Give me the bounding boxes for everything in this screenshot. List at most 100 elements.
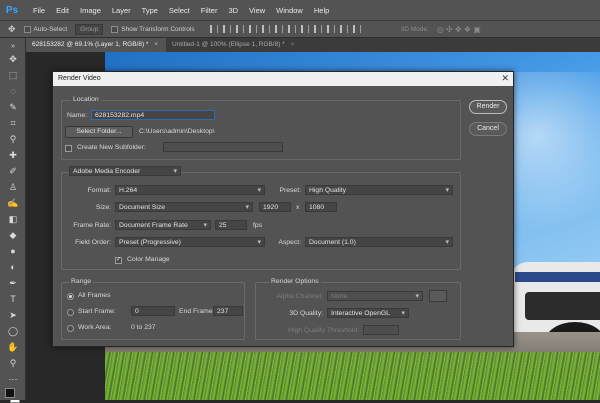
auto-select-toggle[interactable]: Auto-Select [23, 25, 68, 33]
aspect-select[interactable]: Document (1.0) [305, 237, 453, 247]
tab-close-icon[interactable]: × [154, 41, 158, 48]
menu-type[interactable]: Type [142, 6, 158, 15]
work-area-label: Work Area: [78, 324, 112, 331]
dialog-titlebar: Render Video ✕ [53, 72, 513, 86]
render-button[interactable]: Render [469, 100, 507, 114]
all-frames-label: All Frames [78, 292, 111, 299]
menu-file[interactable]: File [33, 6, 45, 15]
menu-window[interactable]: Window [276, 6, 303, 15]
quick-select-tool-icon[interactable]: ✎ [7, 102, 19, 112]
work-area-value: 0 to 237 [131, 324, 156, 331]
select-folder-button[interactable]: Select Folder... [65, 126, 133, 138]
height-input[interactable]: 1080 [305, 202, 337, 212]
field-order-select[interactable]: Preset (Progressive) [115, 237, 265, 247]
car-stripe [515, 272, 600, 282]
clone-stamp-tool-icon[interactable]: ♙ [7, 182, 19, 192]
start-frame-input[interactable]: 0 [131, 306, 175, 316]
3d-quality-select[interactable]: Interactive OpenGL [327, 308, 409, 318]
align-center-icon[interactable] [222, 25, 231, 33]
all-frames-radio[interactable] [67, 293, 74, 300]
end-frame-input[interactable]: 237 [213, 306, 243, 316]
tab-document-2[interactable]: Untitled-1 @ 100% (Ellipse 1, RGB/8) * × [166, 38, 316, 52]
tab-label: 628153282 @ 69.1% (Layer 1, RGB/8) * [32, 41, 149, 48]
frame-rate-label: Frame Rate: [73, 222, 111, 229]
alpha-channel-select[interactable]: None [327, 291, 423, 301]
foreground-color-swatch[interactable] [5, 388, 15, 398]
distribute-bottom-icon[interactable] [313, 25, 322, 33]
brush-tool-icon[interactable]: ✐ [7, 166, 19, 176]
menu-layer[interactable]: Layer [112, 6, 131, 15]
dodge-tool-icon[interactable]: ◐ [7, 262, 19, 272]
grass-region [105, 352, 600, 400]
distribute-right-icon[interactable] [352, 25, 361, 33]
preset-select[interactable]: High Quality [305, 185, 453, 195]
width-input[interactable]: 1920 [259, 202, 291, 212]
3d-mode-label: 3D Mode: [400, 25, 429, 33]
menu-filter[interactable]: Filter [201, 6, 218, 15]
auto-select-checkbox[interactable] [23, 25, 31, 33]
lasso-tool-icon[interactable]: ◌ [7, 86, 19, 96]
align-middle-icon[interactable] [261, 25, 270, 33]
hand-tool-icon[interactable]: ✋ [7, 342, 19, 352]
name-input[interactable]: 628153282.mp4 [91, 110, 215, 120]
shape-tool-icon[interactable]: ◯ [7, 326, 19, 336]
align-right-icon[interactable] [235, 25, 244, 33]
menu-select[interactable]: Select [169, 6, 190, 15]
work-area-radio[interactable] [67, 325, 74, 332]
menu-3d[interactable]: 3D [228, 6, 238, 15]
tab-document-1[interactable]: 628153282 @ 69.1% (Layer 1, RGB/8) * × [26, 38, 166, 52]
frame-rate-select[interactable]: Document Frame Rate [115, 220, 211, 230]
show-transform-checkbox[interactable] [111, 25, 119, 33]
distribute-top-icon[interactable] [287, 25, 296, 33]
marquee-tool-icon[interactable]: ⬚ [7, 70, 19, 80]
eraser-tool-icon[interactable]: ◧ [7, 214, 19, 224]
subfolder-input[interactable] [163, 142, 283, 152]
healing-brush-tool-icon[interactable]: ✚ [7, 150, 19, 160]
close-icon[interactable]: ✕ [501, 73, 509, 84]
move-tool-icon[interactable]: ✥ [7, 54, 19, 64]
dimension-separator: x [296, 204, 300, 211]
menu-bar: Ps File Edit Image Layer Type Select Fil… [0, 0, 600, 20]
range-section-title: Range [69, 278, 94, 285]
auto-select-label: Auto-Select [33, 25, 68, 33]
fps-input[interactable]: 25 [215, 220, 247, 230]
collapse-icon[interactable]: » [7, 42, 19, 52]
blur-tool-icon[interactable]: ● [7, 246, 19, 256]
alpha-matte-color-swatch[interactable] [429, 290, 447, 302]
crop-tool-icon[interactable]: ⌗ [7, 118, 19, 128]
color-manage-checkbox[interactable]: ✓ [115, 257, 122, 264]
distribute-middle-icon[interactable] [300, 25, 309, 33]
history-brush-tool-icon[interactable]: ✍ [7, 198, 19, 208]
menu-help[interactable]: Help [314, 6, 329, 15]
pen-tool-icon[interactable]: ✒ [7, 278, 19, 288]
format-select[interactable]: H.264 [115, 185, 265, 195]
show-transform-label: Show Transform Controls [121, 25, 195, 33]
distribute-center-icon[interactable] [339, 25, 348, 33]
type-tool-icon[interactable]: T [7, 294, 19, 304]
size-select[interactable]: Document Size [115, 202, 253, 212]
align-bottom-icon[interactable] [274, 25, 283, 33]
tab-close-icon[interactable]: × [291, 41, 295, 48]
menu-view[interactable]: View [249, 6, 265, 15]
encoder-select[interactable]: Adobe Media Encoder [69, 166, 181, 176]
align-top-icon[interactable] [248, 25, 257, 33]
folder-path: C:\Users\admin\Desktop\ [139, 128, 215, 135]
show-transform-toggle[interactable]: Show Transform Controls [111, 25, 195, 33]
start-frame-radio[interactable] [67, 309, 74, 316]
menu-image[interactable]: Image [80, 6, 101, 15]
menu-edit[interactable]: Edit [56, 6, 69, 15]
create-subfolder-checkbox[interactable] [65, 145, 72, 152]
paint-bucket-tool-icon[interactable]: ◆ [7, 230, 19, 240]
move-tool-icon[interactable]: ✥ [8, 24, 16, 35]
cancel-button[interactable]: Cancel [469, 122, 507, 136]
hq-threshold-input[interactable] [363, 325, 399, 335]
field-order-label: Field Order: [75, 239, 111, 246]
zoom-tool-icon[interactable]: ⚲ [7, 358, 19, 368]
group-select[interactable]: Group [75, 23, 104, 35]
distribute-left-icon[interactable] [326, 25, 335, 33]
path-selection-tool-icon[interactable]: ➤ [7, 310, 19, 320]
end-frame-label: End Frame: [179, 308, 215, 315]
align-left-icon[interactable] [209, 25, 218, 33]
eyedropper-tool-icon[interactable]: ⚲ [7, 134, 19, 144]
edit-toolbar-icon[interactable]: ⋯ [7, 374, 19, 384]
